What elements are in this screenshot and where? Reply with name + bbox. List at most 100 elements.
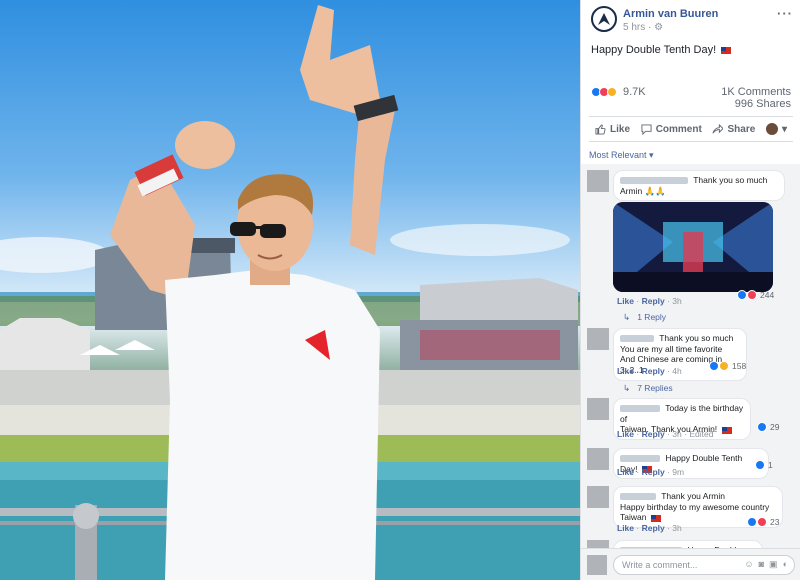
comment-reply-link[interactable]: Reply <box>642 467 665 477</box>
chevron-down-icon: ▾ <box>781 123 787 135</box>
like-button[interactable]: Like <box>595 124 630 135</box>
replies-label: 7 Replies <box>637 383 673 393</box>
post-author[interactable]: Armin van Buuren <box>623 8 718 20</box>
camera-icon[interactable]: ◙ <box>759 559 764 570</box>
comments-list: Thank you so much Armin 🙏🙏 Like · Reply … <box>581 164 800 580</box>
comment-text: You are my all time favorite <box>620 343 723 354</box>
commenter-name[interactable] <box>620 335 654 343</box>
logo-icon <box>598 13 610 25</box>
comment: Thank you so much You are my all time fa… <box>581 324 800 394</box>
chevron-down-icon: ▾ <box>649 150 654 160</box>
commenter-name[interactable] <box>620 405 660 413</box>
comment-reply-link[interactable]: Reply <box>642 366 665 376</box>
thumbs-up-icon <box>595 123 606 135</box>
sticker-icon[interactable]: ◐ <box>783 559 788 570</box>
reaction-number: 244 <box>760 290 775 300</box>
shares-count[interactable]: 996 Shares <box>735 98 791 110</box>
comment-edited[interactable]: Edited <box>689 429 713 439</box>
reaction-icons <box>591 87 617 97</box>
post-text-content: Happy Double Tenth Day! <box>591 44 717 56</box>
more-options-icon[interactable]: ··· <box>777 6 793 21</box>
share-label: Share <box>727 123 756 135</box>
comment-reply-link[interactable]: Reply <box>642 429 665 439</box>
photo-illustration <box>0 5 580 580</box>
comment-reply-link[interactable]: Reply <box>642 296 665 306</box>
like-label: Like <box>610 123 631 135</box>
post-actions: Like Comment Share ▾ <box>589 116 793 142</box>
post-time[interactable]: 5 hrs <box>623 22 645 33</box>
gif-icon[interactable]: ▣ <box>769 559 778 570</box>
like-reaction-icon <box>755 460 765 470</box>
commenter-avatar[interactable] <box>587 328 609 350</box>
stage-photo-illustration <box>613 202 773 292</box>
commenter-name[interactable] <box>620 455 660 463</box>
page-avatar[interactable] <box>591 6 617 32</box>
reaction-number: 158 <box>732 361 747 371</box>
comment-time[interactable]: 3h <box>672 429 681 439</box>
commenter-avatar[interactable] <box>587 398 609 420</box>
current-user-avatar <box>587 555 607 575</box>
comment-time[interactable]: 3h <box>672 296 681 306</box>
comment-like-link[interactable]: Like <box>617 366 634 376</box>
post-header: Armin van Buuren 5 hrs · ⚙ ··· <box>581 0 800 40</box>
comment-time[interactable]: 9m <box>672 467 684 477</box>
reactions-summary[interactable]: 9.7K <box>591 86 646 98</box>
comment-text: Thank you so much <box>693 175 768 185</box>
comments-count[interactable]: 1K Comments <box>721 86 791 98</box>
write-comment-bar: Write a comment... ☺ ◙ ▣ ◐ <box>581 548 800 580</box>
commenter-avatar[interactable] <box>587 448 609 470</box>
comment-button[interactable]: Comment <box>641 124 702 135</box>
commenter-name[interactable] <box>620 177 688 185</box>
emoji-icon[interactable]: ☺ <box>744 559 753 570</box>
commenter-avatar[interactable] <box>587 170 609 192</box>
view-replies-link[interactable]: ↳ 7 Replies <box>623 383 673 394</box>
post-photo[interactable] <box>0 0 580 580</box>
comment-bubble: Thank you so much Armin 🙏🙏 <box>613 170 785 202</box>
view-replies-link[interactable]: ↳ 1 Reply <box>623 312 666 323</box>
comment-reaction-count[interactable]: 23 <box>747 517 779 527</box>
comment-input-icons: ☺ ◙ ▣ ◐ <box>744 559 788 570</box>
post-stats: 9.7K 1K Comments 996 Shares <box>581 82 800 118</box>
like-reaction-icon <box>747 517 757 527</box>
share-button[interactable]: Share <box>712 123 756 135</box>
taiwan-flag-icon <box>650 514 661 522</box>
comment-time[interactable]: 4h <box>672 366 681 376</box>
commenter-name[interactable] <box>620 493 656 501</box>
comment-text: Thank you Armin <box>661 491 725 501</box>
gear-icon[interactable]: ⚙ <box>654 22 663 33</box>
wow-reaction-icon <box>719 361 729 371</box>
comment-icon <box>641 123 652 135</box>
comment-actions: Like · Reply · 9m <box>617 467 685 477</box>
comment-reply-link[interactable]: Reply <box>642 523 665 533</box>
user-avatar <box>765 123 778 135</box>
comment-text: Happy birthday to my awesome country <box>620 501 770 512</box>
comment-actions: Like · Reply · 3h <box>617 296 682 306</box>
comment-like-link[interactable]: Like <box>617 296 634 306</box>
love-reaction-icon <box>747 290 757 300</box>
replies-label: 1 Reply <box>637 312 667 322</box>
write-comment-placeholder: Write a comment... <box>622 560 698 570</box>
comment-actions: Like · Reply · 3h · Edited <box>617 429 714 439</box>
reply-arrow-icon: ↳ <box>623 312 631 322</box>
commenter-avatar[interactable] <box>587 486 609 508</box>
comment-sort-dropdown[interactable]: Most Relevant ▾ <box>589 150 654 161</box>
comment-time[interactable]: 3h <box>672 523 681 533</box>
comment-reaction-count[interactable]: 158 <box>709 361 746 371</box>
reaction-number: 1 <box>768 460 773 470</box>
comment-like-link[interactable]: Like <box>617 429 634 439</box>
comment-reaction-count[interactable]: 29 <box>757 422 779 432</box>
comment: Today is the birthday of Taiwan. Thank y… <box>581 396 800 442</box>
like-reaction-icon <box>709 361 719 371</box>
comment-text: Taiwan <box>620 512 647 523</box>
comment-reaction-count[interactable]: 244 <box>737 290 774 300</box>
write-comment-input[interactable]: Write a comment... ☺ ◙ ▣ ◐ <box>613 555 795 575</box>
comment-like-link[interactable]: Like <box>617 523 634 533</box>
reaction-number: 23 <box>770 517 780 527</box>
comment-text: Thank you so much <box>659 333 734 343</box>
comment-photo[interactable] <box>613 202 773 292</box>
comment-like-link[interactable]: Like <box>617 467 634 477</box>
comment-actions: Like · Reply · 4h <box>617 366 682 376</box>
post-as-selector[interactable]: ▾ <box>765 123 787 135</box>
comment-reaction-count[interactable]: 1 <box>755 460 773 470</box>
post-side-panel: Armin van Buuren 5 hrs · ⚙ ··· Happy Dou… <box>580 0 800 580</box>
